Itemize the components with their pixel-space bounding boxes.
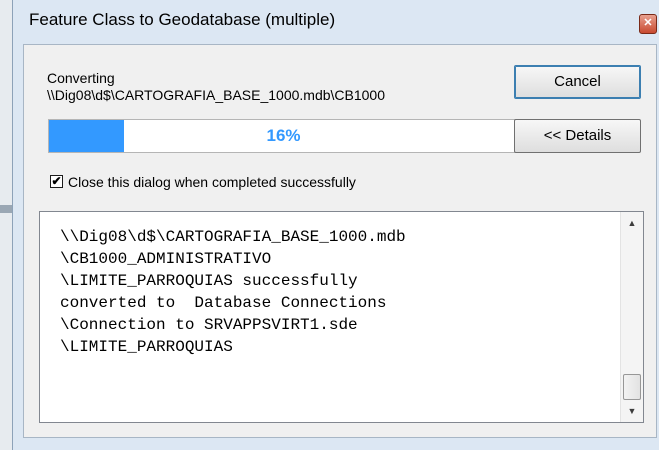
cancel-button[interactable]: Cancel xyxy=(514,65,641,99)
window-title: Feature Class to Geodatabase (multiple) xyxy=(29,10,336,29)
close-on-complete-checkbox[interactable]: ✔ xyxy=(50,175,63,188)
dialog-body: Converting \\Dig08\d$\CARTOGRAFIA_BASE_1… xyxy=(23,44,657,438)
message-log[interactable]: \\Dig08\d$\CARTOGRAFIA_BASE_1000.mdb \CB… xyxy=(39,211,644,423)
log-line: \CB1000_ADMINISTRATIVO xyxy=(60,250,272,268)
log-line: \LIMITE_PARROQUIAS successfully xyxy=(60,272,358,290)
log-line: \Connection to SRVAPPSVIRT1.sde xyxy=(60,316,358,334)
status-path: \\Dig08\d$\CARTOGRAFIA_BASE_1000.mdb\CB1… xyxy=(47,87,385,103)
log-scrollbar[interactable]: ▲ ▼ xyxy=(620,212,643,422)
scroll-down-arrow-icon[interactable]: ▼ xyxy=(621,400,643,422)
scroll-thumb[interactable] xyxy=(623,374,641,400)
dialog-window: Feature Class to Geodatabase (multiple) … xyxy=(12,0,659,450)
progress-percent: 16% xyxy=(266,126,301,145)
progress-bar: 16% xyxy=(48,119,519,153)
log-line: \LIMITE_PARROQUIAS xyxy=(60,338,233,356)
close-icon: ✕ xyxy=(643,17,653,29)
close-button[interactable]: ✕ xyxy=(639,14,657,34)
status-label: Converting xyxy=(47,70,115,86)
log-line: converted to Database Connections xyxy=(60,294,387,312)
title-bar[interactable]: Feature Class to Geodatabase (multiple) … xyxy=(13,0,659,40)
log-line: \\Dig08\d$\CARTOGRAFIA_BASE_1000.mdb xyxy=(60,228,406,246)
log-text: \\Dig08\d$\CARTOGRAFIA_BASE_1000.mdb \CB… xyxy=(60,226,620,358)
close-on-complete-label: Close this dialog when completed success… xyxy=(68,174,356,190)
scroll-up-arrow-icon[interactable]: ▲ xyxy=(621,212,643,234)
details-button[interactable]: << Details xyxy=(514,119,641,153)
edge-notch xyxy=(0,205,12,213)
